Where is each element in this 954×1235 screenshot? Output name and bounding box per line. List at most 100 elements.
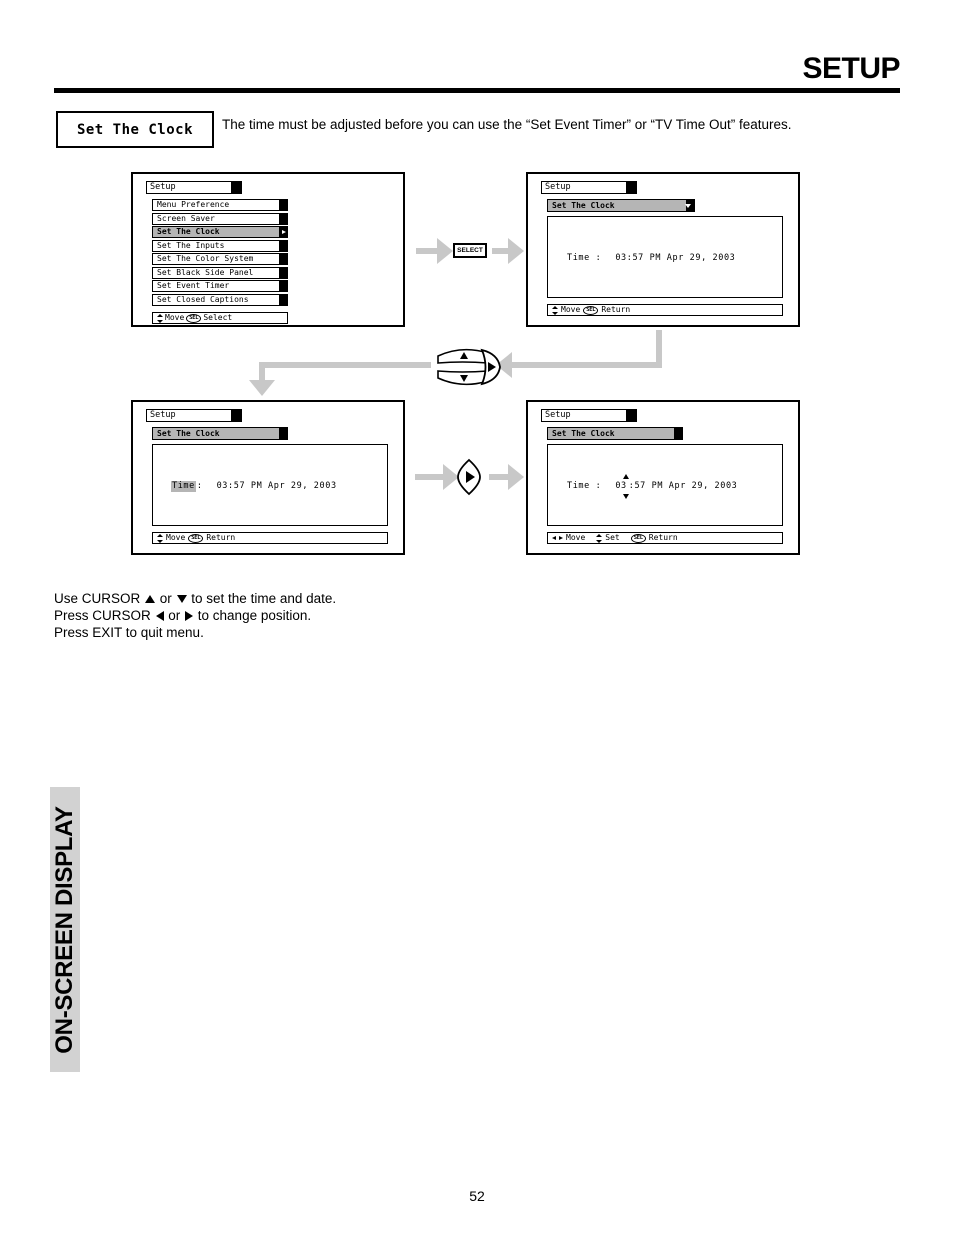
- instruction-1c: to set the time and date.: [187, 591, 337, 606]
- menu-item-set-closed-captions[interactable]: Set Closed Captions: [152, 293, 288, 306]
- osd-title-label: Setup: [146, 409, 232, 422]
- footer-action-label: Return: [601, 305, 631, 314]
- cursor-pad-up-down-right[interactable]: [432, 342, 506, 392]
- osd-footer-hints: Move SEL Select: [152, 312, 288, 324]
- footer-action-label: Select: [203, 313, 233, 322]
- instruction-line-3: Press EXIT to quit menu.: [54, 625, 204, 640]
- osd-title-label: Setup: [146, 181, 232, 194]
- menu-item-screen-saver[interactable]: Screen Saver: [152, 212, 288, 225]
- instruction-2c: to change position.: [194, 608, 312, 623]
- osd-content-box: Time : 03:57 PM Apr 29, 2003: [152, 444, 388, 526]
- select-button[interactable]: SELECT: [453, 243, 487, 258]
- connector-1-arrowhead: [437, 238, 453, 264]
- time-value: 03:57 PM Apr 29, 2003: [216, 481, 337, 491]
- hour-spinner[interactable]: 03: [614, 474, 630, 499]
- menu-item-label: Set Black Side Panel: [152, 266, 280, 279]
- cursor-down-icon: [176, 595, 187, 604]
- osd-title-tab: Setup: [146, 181, 242, 194]
- cursor-right-button[interactable]: [456, 458, 482, 496]
- osd-flow-diagram: SELECT Setup Menu Preference Screen Save…: [0, 0, 954, 600]
- sel-button-icon: SEL: [630, 533, 646, 543]
- cursor-up-icon: [145, 595, 156, 604]
- footer-action-label: Return: [648, 533, 678, 542]
- time-row: Time : 03:57 PM Apr 29, 2003: [171, 481, 338, 492]
- menu-item-label: Set The Inputs: [152, 239, 280, 252]
- spinner-up-icon[interactable]: [623, 474, 630, 479]
- osd-submenu-label: Set The Clock: [547, 199, 687, 212]
- hour-value: 03: [615, 481, 627, 491]
- connector-2-arrowhead: [508, 238, 524, 264]
- osd-content-box: Time : 03 :57 PM Apr 29, 2003: [547, 444, 783, 526]
- osd-panel-clock-entered: Setup Set The Clock Time : 03:57 PM Apr …: [526, 172, 800, 327]
- instruction-1a: Use CURSOR: [54, 591, 145, 606]
- menu-item-set-the-color-system[interactable]: Set The Color System: [152, 253, 288, 265]
- spinner-down-icon[interactable]: [623, 494, 630, 499]
- cursor-left-icon: [155, 611, 164, 622]
- osd-title-label: Setup: [541, 409, 627, 422]
- osd-footer-hints: Move SEL Return: [547, 304, 783, 316]
- footer-set-label: Set: [605, 533, 620, 542]
- footer-action-label: Return: [206, 533, 236, 542]
- cursor-right-icon: [185, 611, 194, 622]
- time-row: Time : 03:57 PM Apr 29, 2003: [566, 253, 736, 264]
- osd-submenu-label: Set The Clock: [152, 427, 280, 440]
- menu-item-set-black-side-panel[interactable]: Set Black Side Panel: [152, 266, 288, 279]
- cursor-right-svg: [457, 458, 481, 496]
- connector-4-h: [259, 362, 431, 368]
- menu-item-label: Set Event Timer: [152, 280, 280, 292]
- up-down-arrow-icon: [157, 533, 163, 543]
- side-tab-label: ON-SCREEN DISPLAY: [51, 805, 78, 1054]
- instructions-block: Use CURSOR or to set the time and date. …: [54, 590, 336, 641]
- sel-button-icon: SEL: [186, 313, 202, 323]
- instruction-line-2: Press CURSOR or to change position.: [54, 607, 336, 624]
- time-value: 03:57 PM Apr 29, 2003: [615, 253, 736, 263]
- menu-item-label: Set Closed Captions: [152, 293, 280, 306]
- osd-panel-clock-field-selected: Setup Set The Clock Time : 03:57 PM Apr …: [131, 400, 405, 555]
- osd-title-label: Setup: [541, 181, 627, 194]
- up-down-arrow-icon: [552, 305, 558, 315]
- osd-title-tab: Setup: [146, 409, 242, 422]
- instruction-2b: or: [164, 608, 185, 623]
- menu-item-label: Set The Color System: [152, 253, 280, 265]
- menu-item-label: Set The Clock: [152, 226, 280, 238]
- up-down-arrow-icon: [596, 533, 603, 543]
- osd-submenu-tab[interactable]: Set The Clock: [547, 199, 695, 212]
- cursor-pad-svg: [437, 348, 501, 386]
- menu-item-menu-preference[interactable]: Menu Preference: [152, 199, 288, 211]
- sel-button-icon: SEL: [583, 305, 599, 315]
- osd-submenu-tab[interactable]: Set The Clock: [152, 427, 288, 440]
- osd-submenu-tab[interactable]: Set The Clock: [547, 427, 683, 440]
- time-label: Time :: [567, 253, 602, 263]
- footer-move-label: Move: [166, 533, 186, 542]
- sel-button-icon: SEL: [188, 533, 204, 543]
- footer-move-label: Move: [566, 533, 586, 542]
- osd-content-box: Time : 03:57 PM Apr 29, 2003: [547, 216, 783, 298]
- time-label: Time :: [567, 481, 602, 491]
- menu-item-set-the-inputs[interactable]: Set The Inputs: [152, 239, 288, 252]
- setup-menu-list: Menu Preference Screen Saver Set The Clo…: [152, 199, 288, 307]
- menu-item-set-event-timer[interactable]: Set Event Timer: [152, 280, 288, 292]
- time-label-highlighted[interactable]: Time: [171, 481, 196, 492]
- osd-footer-hints: Move Set SEL Return: [547, 532, 783, 544]
- osd-panel-setup-menu: Setup Menu Preference Screen Saver Set T…: [131, 172, 405, 327]
- time-remainder: :57 PM Apr 29, 2003: [628, 481, 738, 491]
- instruction-line-1: Use CURSOR or to set the time and date.: [54, 590, 336, 607]
- time-row: Time : 03 :57 PM Apr 29, 2003: [566, 474, 738, 499]
- footer-move-label: Move: [561, 305, 581, 314]
- connector-4-arrowhead: [249, 380, 275, 396]
- left-right-arrow-icon: [552, 535, 563, 542]
- osd-submenu-label: Set The Clock: [547, 427, 675, 440]
- osd-title-tab: Setup: [541, 409, 637, 422]
- select-button-label: SELECT: [457, 247, 483, 254]
- time-separator: :: [196, 481, 203, 491]
- menu-item-label: Screen Saver: [152, 212, 280, 225]
- menu-item-set-the-clock[interactable]: Set The Clock: [152, 226, 288, 238]
- connector-3-h: [500, 362, 662, 368]
- connector-6-arrowhead: [508, 464, 524, 490]
- instruction-1b: or: [156, 591, 176, 606]
- side-tab-on-screen-display: ON-SCREEN DISPLAY: [50, 787, 80, 1072]
- osd-title-tab: Setup: [541, 181, 637, 194]
- page-number: 52: [469, 1188, 485, 1204]
- osd-footer-hints: Move SEL Return: [152, 532, 388, 544]
- menu-item-label: Menu Preference: [152, 199, 280, 211]
